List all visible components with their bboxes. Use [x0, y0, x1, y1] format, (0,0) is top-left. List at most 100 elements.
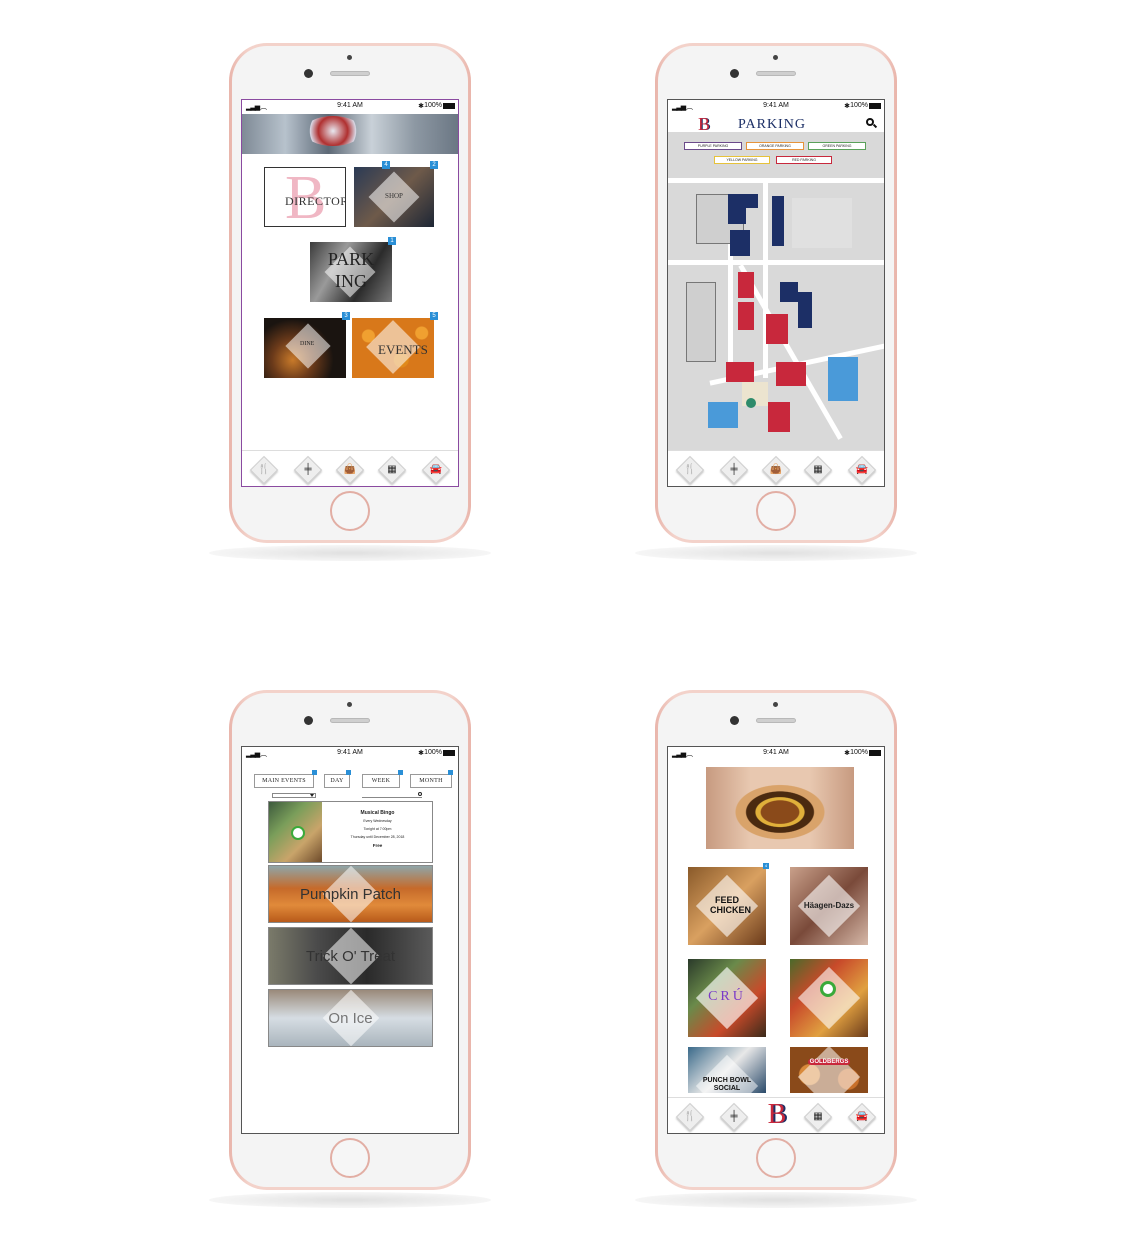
- status-bar: ▂▃▅ ︵ 9:41 AM ✱ 100%: [668, 747, 884, 759]
- calendar-icon[interactable]: ▦: [803, 455, 833, 485]
- tab-month[interactable]: MONTH: [410, 774, 452, 788]
- calendar-icon[interactable]: ▦: [803, 1102, 833, 1132]
- dine-label: DINE: [300, 341, 315, 347]
- restaurant-tile-punch-bowl-social[interactable]: PUNCH BOWL SOCIAL: [688, 1047, 766, 1093]
- status-bar: ▂▃▅ ︵ 9:41 AM ✱ 100%: [668, 100, 884, 112]
- featured-event-card[interactable]: Musical Bingo Every Wednesday Tonight at…: [268, 801, 433, 863]
- home-button[interactable]: [330, 491, 370, 531]
- battery-icon: [443, 103, 455, 109]
- car-icon[interactable]: 🚘: [847, 1102, 877, 1132]
- fork-knife-icon[interactable]: 🍴: [249, 455, 279, 485]
- home-button[interactable]: [330, 1138, 370, 1178]
- signpost-icon[interactable]: ╪: [719, 1102, 749, 1132]
- tab-day[interactable]: DAY: [324, 774, 350, 788]
- status-bar: ▂▃▅ ︵ 9:41 AM ✱ 100%: [242, 747, 458, 759]
- search-icon[interactable]: [866, 118, 878, 129]
- front-camera: [730, 716, 739, 725]
- featured-event-line: Every Wednesday: [363, 819, 392, 823]
- hero-burger-photo: [706, 767, 854, 849]
- shopping-bag-icon[interactable]: 👜: [761, 455, 791, 485]
- home-button[interactable]: [756, 491, 796, 531]
- restaurant-tile-goldbergs[interactable]: GOLDBERGS: [790, 1047, 868, 1093]
- restaurant-tile-cru[interactable]: CRÚ: [688, 959, 766, 1037]
- restaurant-label: CRÚ: [708, 989, 746, 1004]
- tab-marker: [312, 770, 317, 775]
- directory-label: DIRECTORY: [285, 194, 345, 208]
- badge-directory: 2: [430, 161, 438, 169]
- legend-orange[interactable]: ORANGE PARKING: [746, 142, 804, 150]
- featured-event-title: Musical Bingo: [360, 810, 395, 816]
- battery-icon: [869, 103, 881, 109]
- battery-percent: 100%: [424, 102, 442, 109]
- home-logo-button[interactable]: B: [764, 1098, 790, 1132]
- event-row-pumpkin-patch[interactable]: Pumpkin Patch: [268, 865, 433, 923]
- directory-tile[interactable]: B DIRECTORY: [264, 167, 346, 227]
- chevron-down-icon: [310, 794, 314, 797]
- restaurant-tile-feed-chicken[interactable]: FEED CHICKEN: [688, 867, 766, 945]
- event-label: Pumpkin Patch: [300, 886, 401, 903]
- tab-marker: [398, 770, 403, 775]
- header-photo: [242, 114, 458, 154]
- status-bar: ▂▃▅ ︵ 9:41 AM ✱ 100%: [242, 100, 458, 112]
- phone-mockup-dine: ▂▃▅ ︵ 9:41 AM ✱ 100% FEED CHICKEN 4 Häag…: [635, 690, 917, 1208]
- badge-dine: 4: [763, 863, 769, 869]
- legend-purple[interactable]: PURPLE PARKING: [684, 142, 742, 150]
- events-tile[interactable]: EVENTS: [352, 318, 434, 378]
- event-row-on-ice[interactable]: On Ice: [268, 989, 433, 1047]
- badge-parking: 1: [388, 237, 396, 245]
- front-camera: [304, 716, 313, 725]
- tab-marker: [448, 770, 453, 775]
- parking-label: PARK ING: [327, 249, 375, 291]
- bottom-tab-bar: 🍴 ╪ 👜 ▦ 🚘: [668, 450, 884, 486]
- phone-mockup-directory: ▂▃▅ ︵ 9:41 AM ✱ 100% B DIRECTORY SHOP 4 …: [209, 43, 491, 561]
- legend-red[interactable]: RED PARKING: [776, 156, 832, 164]
- shopping-bag-icon[interactable]: 👜: [335, 455, 365, 485]
- tab-marker: [346, 770, 351, 775]
- featured-event-photo: [269, 802, 322, 862]
- restaurant-label: GOLDBERGS: [808, 1059, 850, 1065]
- restaurant-tile-pinstripes[interactable]: [790, 959, 868, 1037]
- search-input[interactable]: [362, 792, 422, 798]
- fountain-icon: [746, 398, 756, 408]
- parking-tile[interactable]: PARK ING: [310, 242, 392, 302]
- badge-events: 5: [430, 312, 438, 320]
- parking-screen: ▂▃▅ ︵ 9:41 AM ✱ 100% B PARKING PURPLE PA…: [667, 99, 885, 487]
- restaurant-tile-haagen-dazs[interactable]: Häagen-Dazs: [790, 867, 868, 945]
- legend-green[interactable]: GREEN PARKING: [808, 142, 866, 150]
- car-icon[interactable]: 🚘: [847, 455, 877, 485]
- featured-event-line: Tonight at 7:00pm: [363, 827, 392, 831]
- restaurant-label: PUNCH BOWL SOCIAL: [702, 1077, 752, 1092]
- car-icon[interactable]: 🚘: [421, 455, 451, 485]
- shop-tile[interactable]: SHOP: [354, 167, 434, 227]
- fork-knife-icon[interactable]: 🍴: [675, 455, 705, 485]
- events-label: EVENTS: [378, 342, 428, 357]
- filter-dropdown[interactable]: [272, 793, 316, 798]
- tab-main-events[interactable]: MAIN EVENTS: [254, 774, 314, 788]
- fork-knife-icon[interactable]: 🍴: [675, 1102, 705, 1132]
- home-button[interactable]: [756, 1138, 796, 1178]
- signpost-icon[interactable]: ╪: [293, 455, 323, 485]
- directory-screen: ▂▃▅ ︵ 9:41 AM ✱ 100% B DIRECTORY SHOP 4 …: [241, 99, 459, 487]
- legend-yellow[interactable]: YELLOW PARKING: [714, 156, 770, 164]
- speaker-grille: [756, 71, 796, 76]
- parking-map[interactable]: PURPLE PARKING ORANGE PARKING GREEN PARK…: [668, 132, 884, 450]
- battery-percent: 100%: [850, 102, 868, 109]
- shop-label: SHOP: [385, 192, 403, 200]
- featured-event-line: Free: [372, 843, 383, 848]
- speaker-grille: [330, 71, 370, 76]
- phone-mockup-parking: ▂▃▅ ︵ 9:41 AM ✱ 100% B PARKING PURPLE PA…: [635, 43, 917, 561]
- battery-icon: [443, 750, 455, 756]
- battery-percent: 100%: [424, 749, 442, 756]
- dine-tile[interactable]: DINE: [264, 318, 346, 378]
- calendar-icon[interactable]: ▦: [377, 455, 407, 485]
- event-row-trick-o-treat[interactable]: Trick O' Treat: [268, 927, 433, 985]
- battery-percent: 100%: [850, 749, 868, 756]
- page-title: PARKING: [738, 117, 806, 132]
- event-label: On Ice: [328, 1010, 373, 1027]
- badge-dine: 3: [342, 312, 350, 320]
- proximity-dot: [773, 55, 778, 60]
- signpost-icon[interactable]: ╪: [719, 455, 749, 485]
- tab-week[interactable]: WEEK: [362, 774, 400, 788]
- front-camera: [730, 69, 739, 78]
- battery-icon: [869, 750, 881, 756]
